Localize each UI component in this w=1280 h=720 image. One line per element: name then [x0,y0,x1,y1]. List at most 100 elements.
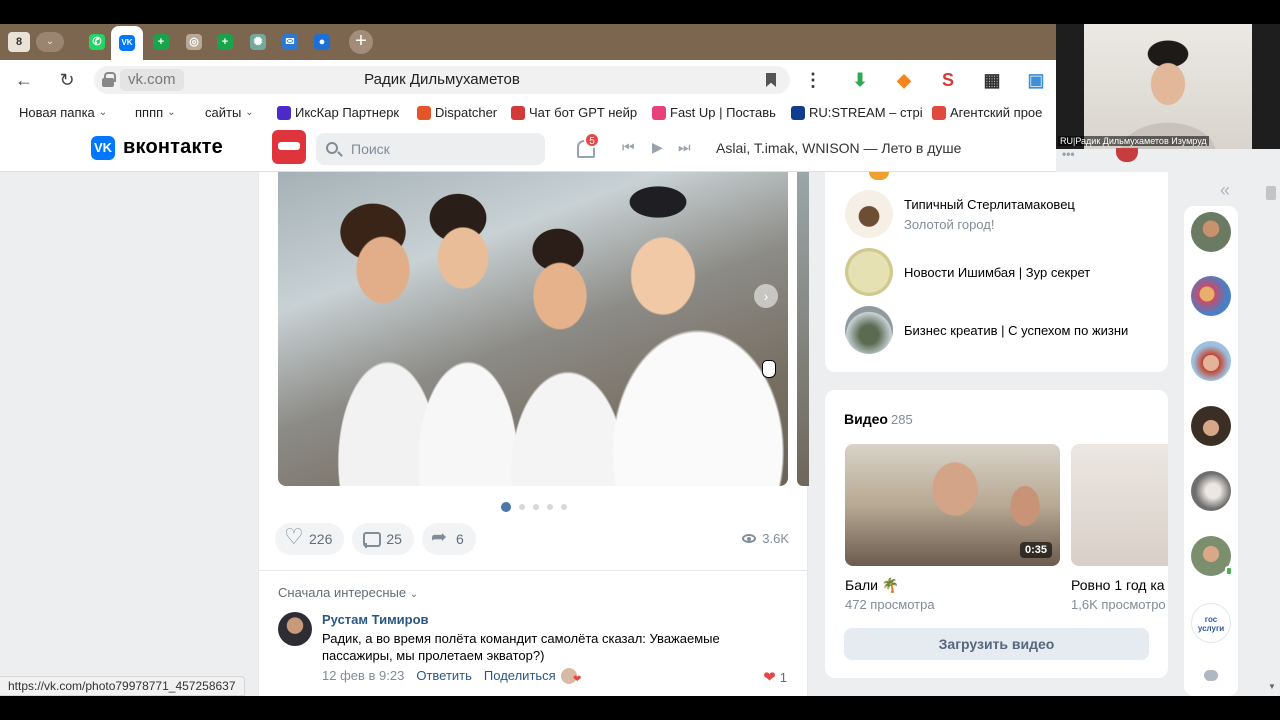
tab-list-dropdown[interactable]: ⌄ [36,32,64,52]
comment-sort-dropdown[interactable]: Сначала интересные ⌄ [278,585,418,600]
comment-author[interactable]: Рустам Тимиров [322,612,429,627]
vk-logo-icon[interactable]: VK [91,136,115,160]
browser-tab[interactable]: + [212,30,238,54]
group-item[interactable]: Бизнес креатив | С успехом по жизни [845,306,1128,354]
bookmark-item[interactable]: Fast Up | Поставь [652,105,776,120]
pagination-dot[interactable] [547,504,553,510]
tab-count-button[interactable]: 8 [8,32,30,52]
chevron-right-icon[interactable]: › [754,284,778,308]
like-button[interactable]: 226 [275,523,345,555]
group-item[interactable]: Типичный Стерлитамаковец Золотой город! [845,190,1075,238]
comment-like-button[interactable]: ❤ 1 [763,668,787,686]
play-icon[interactable]: ▶ [652,139,663,156]
browser-tab[interactable]: VK [111,26,143,60]
friend-avatar[interactable] [1191,406,1231,446]
url-field[interactable]: vk.com Радик Дильмухаметов [94,66,790,94]
video-name[interactable]: Бали 🌴 [845,577,899,594]
bookmark-item[interactable]: RU:STREAM – стрі [791,105,923,120]
comment-date[interactable]: 12 фев в 9:23 [322,668,404,683]
browser-tab[interactable]: ✉ [277,30,303,54]
browser-tab-bar: 8 ⌄ ✆ VK + ◎ + ✺ ✉ ● + [0,24,1056,60]
vk-logo-text[interactable]: вконтакте [123,136,223,159]
vk-mascot-icon[interactable] [272,130,306,164]
next-photo-preview[interactable] [797,172,809,486]
video-duration: 0:35 [1019,542,1052,558]
bookmark-folder[interactable]: сайты ⌄ [205,105,254,120]
search-input[interactable]: Поиск [316,133,545,165]
pagination-dot[interactable] [519,504,525,510]
video-name[interactable]: Ровно 1 год ка [1071,577,1165,593]
comment-author-avatar[interactable] [278,612,312,646]
group-item[interactable]: Новости Ишимбая | Зур секрет [845,248,1090,296]
bookmark-folder[interactable]: Новая папка ⌄ [19,105,107,120]
bookmark-favicon-icon [791,105,805,120]
bookmark-label: Dispatcher [435,105,498,120]
reply-link[interactable]: Ответить [416,668,472,683]
video-thumbnail[interactable] [1071,444,1168,566]
video-thumbnail[interactable]: 0:35 [845,444,1060,566]
previous-track-icon[interactable]: ⏮ [622,139,635,156]
videos-card: Видео 285 0:35 Бали 🌴 472 просмотра Ровн… [825,390,1168,678]
chat-icon[interactable] [1204,670,1218,681]
browser-tab[interactable]: + [148,30,174,54]
search-placeholder: Поиск [351,141,390,157]
post-card: › 226 25 6 3.6 [258,172,809,696]
collapse-rail-icon[interactable]: « [1220,180,1230,201]
friend-avatar[interactable] [1191,536,1233,576]
bookmark-favicon-icon [277,105,291,120]
friend-avatar[interactable] [1191,341,1231,381]
friend-avatar[interactable] [1191,471,1231,511]
reload-button[interactable]: ↻ [55,68,79,92]
bookmark-item[interactable]: Чат бот GPT нейр [511,105,637,120]
page-title: Радик Дильмухаметов [364,71,520,88]
back-button[interactable]: ← [12,68,36,92]
s-extension-icon[interactable]: S [937,69,959,91]
browser-tab[interactable]: ✆ [84,30,110,54]
friend-avatar[interactable] [1191,276,1231,316]
search-icon [326,142,338,154]
group-name: Новости Ишимбая | Зур секрет [904,264,1091,280]
next-track-icon[interactable]: ⏭ [678,139,691,156]
bookmark-label: Чат бот GPT нейр [529,105,638,120]
share-link[interactable]: Поделиться [484,668,556,683]
upload-video-button[interactable]: Загрузить видео [844,628,1149,660]
post-photo[interactable]: › [278,172,788,486]
bookmark-folder[interactable]: пппп ⌄ [135,105,176,120]
download-arrow-icon[interactable]: ⬇ [849,69,871,91]
pagination-dot[interactable] [561,504,567,510]
browser-tab[interactable]: ● [309,30,335,54]
chevron-down-icon: ⌄ [245,107,254,118]
group-avatar [845,248,893,296]
browser-tab[interactable]: ◎ [181,30,207,54]
vk-icon: VK [119,35,135,51]
share-button[interactable]: 6 [421,523,476,555]
scrollbar-thumb[interactable] [1266,186,1276,200]
gosuslugi-icon[interactable]: гос услуги [1191,603,1231,643]
scroll-down-arrow[interactable]: ▼ [1268,682,1276,691]
pagination-dot[interactable] [533,504,539,510]
bookmark-item[interactable]: Агентский прое [932,105,1042,120]
bookmark-item[interactable]: ИксКар Партнерк [277,105,399,120]
webcam-label: RU|Радик Дильмухаметов Изумруд [1058,136,1209,146]
more-options-icon[interactable]: ••• [1062,147,1075,161]
qr-code-icon[interactable]: ▦ [981,69,1003,91]
comment-sort-label: Сначала интересные [278,585,407,600]
bookmarks-bar: Новая папка ⌄ пппп ⌄ сайты ⌄ ИксКар Партнерк Di… [0,100,1056,126]
bookmark-label: Fast Up | Поставь [670,105,776,120]
metamask-icon[interactable]: ◆ [893,69,915,91]
bookmark-item[interactable]: Dispatcher [417,105,497,120]
now-playing-track[interactable]: Aslai, T.imak, WNISON — Лето в душе [716,140,961,156]
vk-page: VK вконтакте Поиск 5 ⏮ ▶ ⏭ Aslai, T.imak… [0,126,1280,696]
browser-menu-button[interactable]: ⋮ [804,68,822,92]
robot-extension-icon[interactable]: ▣ [1025,69,1047,91]
group-avatar-peek [869,172,889,180]
comment-button[interactable]: 25 [352,523,414,555]
pagination-dot[interactable] [501,502,511,512]
videos-title[interactable]: Видео [844,411,888,427]
plus-green-icon: + [217,34,233,50]
bookmark-label: ИксКар Партнерк [295,105,400,120]
bookmark-favicon-icon [511,105,525,120]
browser-tab[interactable]: ✺ [245,30,271,54]
new-tab-button[interactable]: + [349,30,373,54]
friend-avatar[interactable] [1191,212,1231,252]
